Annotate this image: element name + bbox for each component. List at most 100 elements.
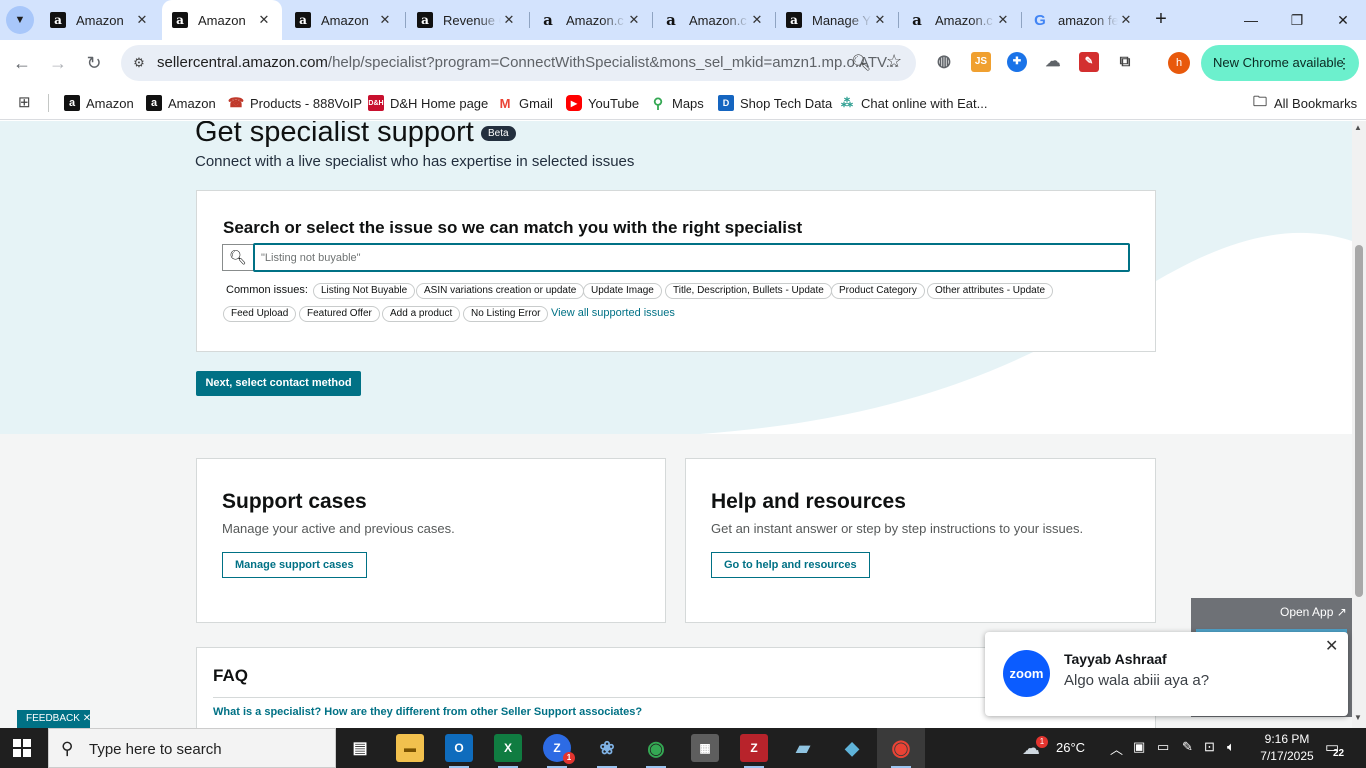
battery-icon[interactable]: ▭ [1157, 739, 1169, 755]
chrome-taskbar-active[interactable]: ◉ [877, 728, 925, 768]
apps-grid-icon[interactable]: ⊞ [18, 95, 34, 111]
issue-chip-other-attributes[interactable]: Other attributes - Update [927, 283, 1054, 299]
close-icon[interactable]: ✕ [872, 12, 888, 28]
issue-chip-asin-variations[interactable]: ASIN variations creation or update [416, 283, 585, 299]
clock-time[interactable]: 9:16 PM [1257, 732, 1317, 746]
tab-3[interactable]: a Revenue C ✕ [407, 0, 527, 40]
issue-search-input[interactable] [253, 243, 1130, 272]
issue-chip-add-product[interactable]: Add a product [382, 306, 461, 322]
close-icon[interactable]: ✕ [626, 12, 642, 28]
taskbar-search[interactable]: ⚲ Type here to search [48, 728, 336, 768]
open-app-link[interactable]: Open App ↗ [1280, 605, 1347, 619]
forward-icon[interactable]: → [45, 50, 71, 76]
tab-6[interactable]: a Manage Y ✕ [776, 0, 898, 40]
restore-icon[interactable]: ❐ [1283, 6, 1311, 34]
issue-chip-update-image[interactable]: Update Image [583, 283, 662, 299]
clock-date[interactable]: 7/17/2025 [1252, 749, 1322, 763]
feedback-button[interactable]: FEEDBACK ✕ [17, 710, 91, 728]
go-to-help-button[interactable]: Go to help and resources [711, 552, 870, 578]
js-extension-icon[interactable]: JS [971, 52, 991, 72]
bookmark-dh[interactable]: D&H D&H Home page [368, 92, 488, 114]
issue-chip-no-listing-error[interactable]: No Listing Error [463, 306, 549, 322]
tab-2[interactable]: a Amazon ✕ [285, 0, 403, 40]
scroll-thumb[interactable] [1355, 245, 1363, 597]
temperature[interactable]: 26°C [1056, 740, 1085, 755]
bookmark-youtube[interactable]: ▶ YouTube [566, 92, 639, 114]
tab-search-button[interactable]: ▼ [6, 6, 34, 34]
tab-0[interactable]: a Amazon ✕ [40, 0, 160, 40]
tab-5[interactable]: a Amazon.c ✕ [653, 0, 775, 40]
close-icon[interactable]: ✕ [134, 12, 150, 28]
excel-icon[interactable]: X [494, 734, 522, 768]
close-icon[interactable]: ✕ [83, 713, 91, 724]
paint-icon[interactable]: ❀ [593, 734, 621, 768]
bookmark-gmail[interactable]: M Gmail [497, 92, 553, 114]
next-contact-method-button[interactable]: Next, select contact method [196, 371, 361, 396]
notepad-icon[interactable]: ▰ [789, 734, 817, 762]
close-icon[interactable]: ✕ [501, 12, 517, 28]
bookmark-888voip[interactable]: ☎ Products - 888VoIP [228, 92, 362, 114]
close-icon[interactable]: ✕ [256, 12, 272, 28]
issue-chip-product-category[interactable]: Product Category [831, 283, 925, 299]
close-icon[interactable]: ✕ [377, 12, 393, 28]
tab-7[interactable]: a Amazon.c ✕ [899, 0, 1021, 40]
bookmark-techdata[interactable]: D Shop Tech Data [718, 92, 832, 114]
manage-support-cases-button[interactable]: Manage support cases [222, 552, 367, 578]
windows-start-icon[interactable] [13, 739, 31, 757]
address-bar[interactable]: ⚙ sellercentral.amazon.com/help/speciali… [121, 45, 916, 81]
file-explorer-icon[interactable]: ▬ [396, 734, 424, 762]
puzzle-extensions-icon[interactable]: ⧉ [1115, 52, 1135, 72]
scroll-up-icon[interactable]: ▲ [1354, 123, 1362, 132]
globe-extension-icon[interactable]: ◍ [934, 52, 954, 72]
tab-8[interactable]: G amazon fe ✕ [1022, 0, 1144, 40]
outlook-icon[interactable]: O [445, 734, 473, 768]
pdf-extension-icon[interactable]: ✎ [1079, 52, 1099, 72]
url-text[interactable]: sellercentral.amazon.com/help/specialist… [157, 54, 898, 71]
search-icon[interactable]: 🔍︎ [223, 245, 254, 270]
issue-chip-featured-offer[interactable]: Featured Offer [299, 306, 380, 322]
site-info-icon[interactable]: ⚙ [129, 53, 149, 73]
tab-4[interactable]: a Amazon.c ✕ [530, 0, 652, 40]
bookmark-amazon-1[interactable]: a Amazon [64, 92, 134, 114]
app-diamond-icon[interactable]: ◆ [838, 734, 866, 762]
network-icon[interactable]: ⊡ [1204, 739, 1215, 755]
pen-icon[interactable]: ✎ [1182, 739, 1193, 755]
scroll-down-icon[interactable]: ▼ [1354, 713, 1362, 722]
issue-chip-feed-upload[interactable]: Feed Upload [223, 306, 297, 322]
close-icon[interactable]: ✕ [1118, 12, 1134, 28]
update-chrome-button[interactable]: New Chrome available ⋮ [1201, 45, 1359, 81]
back-icon[interactable]: ← [9, 50, 35, 76]
issue-chip-listing-not-buyable[interactable]: Listing Not Buyable [313, 283, 416, 299]
close-window-icon[interactable]: ✕ [1329, 6, 1357, 34]
page-scrollbar[interactable]: ▲ ▼ [1352, 121, 1366, 728]
meet-now-icon[interactable]: ▣ [1133, 739, 1145, 755]
search-icon[interactable]: 🔍︎ [851, 53, 871, 73]
zoho-icon[interactable]: Z1 [543, 734, 575, 768]
bookmark-star-icon[interactable]: ☆ [886, 51, 902, 72]
new-tab-button[interactable]: + [1150, 8, 1172, 30]
faq-question-link[interactable]: What is a specialist? How are they diffe… [213, 706, 642, 718]
bookmark-amazon-2[interactable]: a Amazon [146, 92, 216, 114]
calculator-icon[interactable]: ▦ [691, 734, 719, 762]
task-view-icon[interactable]: ▤ [346, 734, 374, 762]
blue-extension-icon[interactable]: ✚ [1007, 52, 1027, 72]
tab-1[interactable]: a Amazon ✕ [162, 0, 282, 40]
dh-icon: D&H [368, 95, 384, 111]
view-all-issues-link[interactable]: View all supported issues [551, 307, 675, 319]
close-icon[interactable]: ✕ [749, 12, 765, 28]
bookmark-chat[interactable]: ⁂ Chat online with Eat... [839, 92, 987, 114]
cloud-extension-icon[interactable]: ☁ [1043, 52, 1063, 72]
close-icon[interactable]: ✕ [995, 12, 1011, 28]
issue-chip-title-description[interactable]: Title, Description, Bullets - Update [665, 283, 832, 299]
bookmark-maps[interactable]: ⚲ Maps [650, 92, 704, 114]
close-icon[interactable]: ✕ [1325, 636, 1338, 656]
volume-icon[interactable]: 🔈︎ [1227, 739, 1235, 755]
filezilla-icon[interactable]: Z [740, 734, 768, 768]
chrome-profile-icon[interactable]: ◉ [642, 734, 670, 768]
all-bookmarks[interactable]: 🗀 All Bookmarks [1252, 92, 1357, 114]
reload-icon[interactable]: ↻ [81, 50, 107, 76]
profile-avatar[interactable]: h [1168, 52, 1190, 74]
chevron-up-icon[interactable]: ︿ [1110, 739, 1123, 758]
minimize-icon[interactable]: — [1237, 6, 1265, 34]
zoom-notification[interactable]: zoom Tayyab Ashraaf Algo wala abiii aya … [985, 632, 1348, 716]
